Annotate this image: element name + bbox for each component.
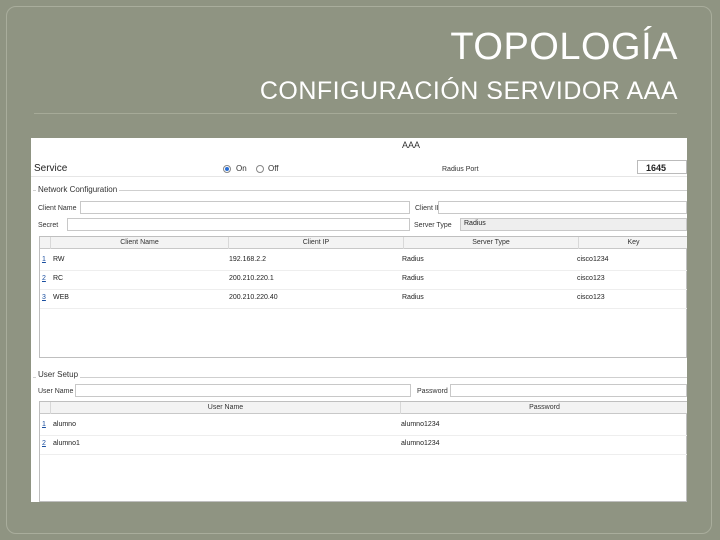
row-number: 2 xyxy=(42,275,46,282)
user-name-label: User Name xyxy=(38,388,74,395)
radius-port-input[interactable]: 1645 xyxy=(637,160,687,174)
network-config-group-label: Network Configuration xyxy=(36,185,120,194)
radius-port-label: Radius Port xyxy=(442,166,479,173)
client-ip-cell: 200.210.220.1 xyxy=(229,275,274,282)
row-divider xyxy=(40,289,687,290)
client-name-cell: WEB xyxy=(53,294,69,301)
key-cell: cisco1234 xyxy=(577,256,609,263)
row-divider xyxy=(40,454,687,455)
secret-label: Secret xyxy=(38,222,59,229)
server-type-cell: Radius xyxy=(402,256,424,263)
row-number: 3 xyxy=(42,294,46,301)
user-setup-group-label: User Setup xyxy=(36,370,81,379)
col-client-ip[interactable]: Client IP xyxy=(229,237,404,249)
col-server-type[interactable]: Server Type xyxy=(404,237,579,249)
users-table: User Name Password 1 alumno alumno1234 2… xyxy=(39,401,687,502)
password-cell: alumno1234 xyxy=(401,440,440,447)
aaa-config-window: AAA Service On Off Radius Port 1645 Netw… xyxy=(31,138,687,502)
table-row[interactable]: 1 alumno alumno1234 xyxy=(40,419,687,433)
window-title: AAA xyxy=(401,140,420,150)
client-name-cell: RC xyxy=(53,275,64,282)
key-cell: cisco123 xyxy=(577,275,605,282)
title-divider xyxy=(34,113,677,114)
row-number: 1 xyxy=(42,421,46,428)
row-number: 1 xyxy=(42,256,46,263)
server-type-cell: Radius xyxy=(402,294,424,301)
server-type-label: Server Type xyxy=(414,222,452,229)
row-number-header xyxy=(40,402,51,414)
client-ip-cell: 192.168.2.2 xyxy=(229,256,266,263)
user-name-cell: alumno xyxy=(53,421,76,428)
password-label: Password xyxy=(417,388,448,395)
service-label: Service xyxy=(34,163,68,174)
client-ip-cell: 200.210.220.40 xyxy=(229,294,278,301)
user-name-cell: alumno1 xyxy=(53,440,80,447)
client-name-cell: RW xyxy=(53,256,65,263)
row-divider xyxy=(40,435,687,436)
user-setup-group-border xyxy=(33,377,687,378)
table-row[interactable]: 2 alumno1 alumno1234 xyxy=(40,438,687,452)
col-password[interactable]: Password xyxy=(401,402,687,414)
password-cell: alumno1234 xyxy=(401,421,440,428)
server-type-cell: Radius xyxy=(402,275,424,282)
service-row xyxy=(31,158,687,177)
service-on-label: On xyxy=(236,164,247,173)
row-number-header xyxy=(40,237,51,249)
clients-table-header: Client Name Client IP Server Type Key xyxy=(40,237,687,249)
table-row[interactable]: 3 WEB 200.210.220.40 Radius cisco123 xyxy=(40,292,687,306)
server-type-select[interactable]: Radius xyxy=(460,218,687,231)
slide-subtitle: CONFIGURACIÓN SERVIDOR AAA xyxy=(259,77,678,105)
slide-title: TOPOLOGÍA xyxy=(450,26,678,68)
users-table-header: User Name Password xyxy=(40,402,687,414)
clients-table: Client Name Client IP Server Type Key 1 … xyxy=(39,236,687,358)
row-divider xyxy=(40,308,687,309)
table-row[interactable]: 2 RC 200.210.220.1 Radius cisco123 xyxy=(40,273,687,287)
col-client-name[interactable]: Client Name xyxy=(51,237,229,249)
network-config-group-border xyxy=(33,190,687,191)
col-key[interactable]: Key xyxy=(579,237,687,249)
secret-input[interactable] xyxy=(67,218,410,231)
col-user-name[interactable]: User Name xyxy=(51,402,401,414)
service-on-radio[interactable] xyxy=(223,165,231,173)
password-input[interactable] xyxy=(450,384,687,397)
key-cell: cisco123 xyxy=(577,294,605,301)
row-number: 2 xyxy=(42,440,46,447)
table-row[interactable]: 1 RW 192.168.2.2 Radius cisco1234 xyxy=(40,254,687,268)
service-off-label: Off xyxy=(268,164,279,173)
client-name-label: Client Name xyxy=(38,205,77,212)
service-off-radio[interactable] xyxy=(256,165,264,173)
client-ip-input[interactable] xyxy=(438,201,687,214)
client-name-input[interactable] xyxy=(80,201,410,214)
user-name-input[interactable] xyxy=(75,384,411,397)
row-divider xyxy=(40,270,687,271)
